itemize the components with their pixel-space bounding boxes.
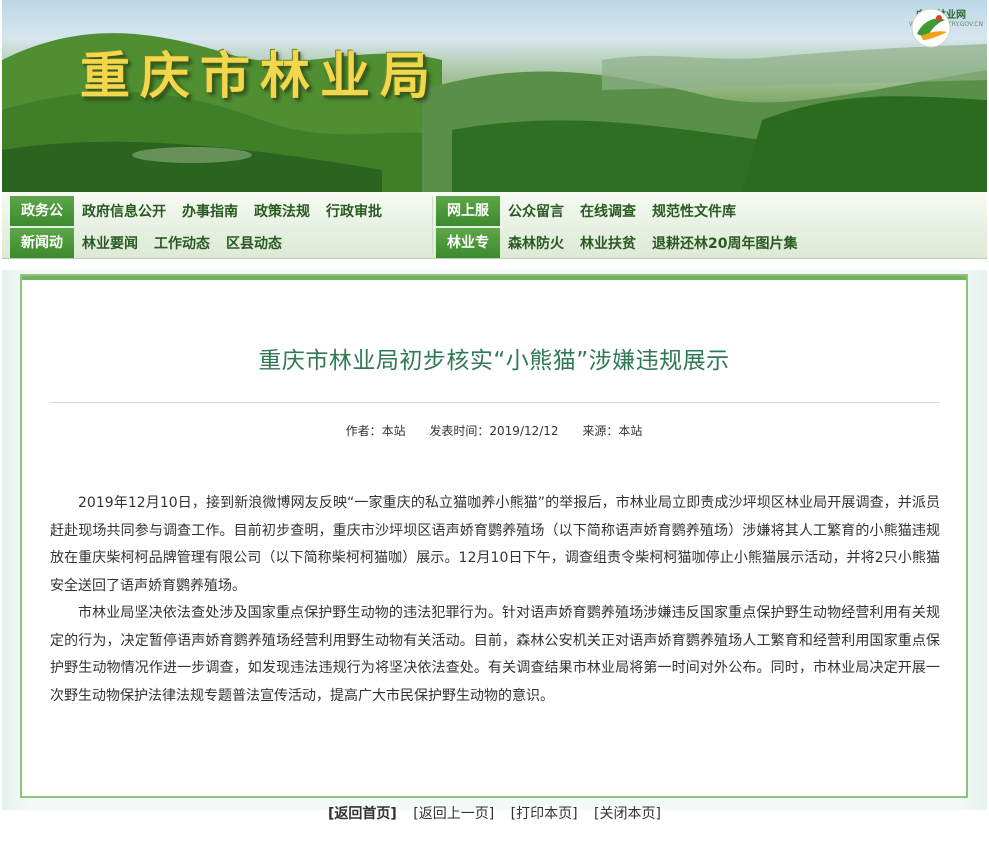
nav-row-2: 新闻动态 林业要闻 工作动态 区县动态 林业专题 森林防火 林业扶贫 退耕还林2…	[2, 228, 987, 281]
article-paragraph: 市林业局坚决依法查处涉及国家重点保护野生动物的违法犯罪行为。针对语声娇育鹦养殖场…	[50, 605, 940, 704]
print-page-link[interactable]: [打印本页]	[511, 806, 578, 822]
nav-link-guide[interactable]: 办事指南	[182, 201, 238, 221]
article-panel: 重庆市林业局初步核实“小熊猫”涉嫌违规展示 作者：本站 发表时间：2019/12…	[20, 274, 968, 798]
forestry-logo[interactable]: 中国林业网 WWW.FORESTRY.GOV.CN	[909, 6, 983, 76]
back-home-link[interactable]: [返回首页]	[328, 806, 397, 822]
nav-group-government: 政务公开 政府信息公开 办事指南 政策法规 行政审批	[2, 196, 390, 249]
nav-link-documents[interactable]: 规范性文件库	[652, 201, 736, 221]
nav-link-poverty[interactable]: 林业扶贫	[580, 233, 636, 253]
article-source: 来源：本站	[582, 424, 643, 438]
nav-link-work-news[interactable]: 工作动态	[154, 233, 210, 253]
nav-link-approval[interactable]: 行政审批	[326, 201, 382, 221]
forestry-logo-icon	[911, 8, 951, 48]
article-paragraph: 2019年12月10日，接到新浪微博网友反映“一家重庆的私立猫咖养小熊猫”的举报…	[50, 495, 940, 594]
article-title: 重庆市林业局初步核实“小熊猫”涉嫌违规展示	[258, 348, 730, 375]
nav-divider	[432, 196, 433, 254]
nav-link-policy[interactable]: 政策法规	[254, 201, 310, 221]
content-area: 重庆市林业局初步核实“小熊猫”涉嫌违规展示 作者：本站 发表时间：2019/12…	[2, 270, 987, 810]
main-navigation: 政务公开 政府信息公开 办事指南 政策法规 行政审批 网上服务 公众留言 在线调…	[2, 192, 987, 281]
nav-link-message[interactable]: 公众留言	[508, 201, 564, 221]
close-page-link[interactable]: [关闭本页]	[594, 806, 661, 822]
nav-group-online: 网上服务 公众留言 在线调查 规范性文件库	[428, 196, 744, 249]
nav-link-fire-prevention[interactable]: 森林防火	[508, 233, 564, 253]
nav-tag-online-service[interactable]: 网上服务	[436, 196, 500, 249]
nav-group-topics: 林业专题 森林防火 林业扶贫 退耕还林20周年图片集	[428, 228, 805, 281]
article-date: 发表时间：2019/12/12	[429, 424, 559, 438]
nav-link-gov-info[interactable]: 政府信息公开	[82, 201, 166, 221]
nav-tag-government-affairs[interactable]: 政务公开	[10, 196, 74, 249]
site-title: 重庆市林业局	[80, 46, 440, 105]
nav-link-survey[interactable]: 在线调查	[580, 201, 636, 221]
article-meta: 作者：本站 发表时间：2019/12/12 来源：本站	[22, 422, 966, 439]
nav-link-gallery[interactable]: 退耕还林20周年图片集	[652, 233, 797, 253]
back-previous-link[interactable]: [返回上一页]	[413, 806, 494, 822]
header-banner: 重庆市林业局 中国林业网 WWW.FORESTRY.GOV.CN	[2, 0, 987, 192]
nav-group-news: 新闻动态 林业要闻 工作动态 区县动态	[2, 228, 290, 281]
footer-actions: [返回首页] [返回上一页] [打印本页] [关闭本页]	[0, 803, 989, 823]
nav-tag-topics[interactable]: 林业专题	[436, 228, 500, 281]
title-divider	[50, 402, 940, 403]
article-author: 作者：本站	[345, 424, 406, 438]
nav-row-1: 政务公开 政府信息公开 办事指南 政策法规 行政审批 网上服务 公众留言 在线调…	[2, 196, 987, 249]
nav-link-district-news[interactable]: 区县动态	[226, 233, 282, 253]
nav-link-forestry-news[interactable]: 林业要闻	[82, 233, 138, 253]
nav-tag-news[interactable]: 新闻动态	[10, 228, 74, 281]
article-body: 2019年12月10日，接到新浪微博网友反映“一家重庆的私立猫咖养小熊猫”的举报…	[50, 490, 940, 710]
